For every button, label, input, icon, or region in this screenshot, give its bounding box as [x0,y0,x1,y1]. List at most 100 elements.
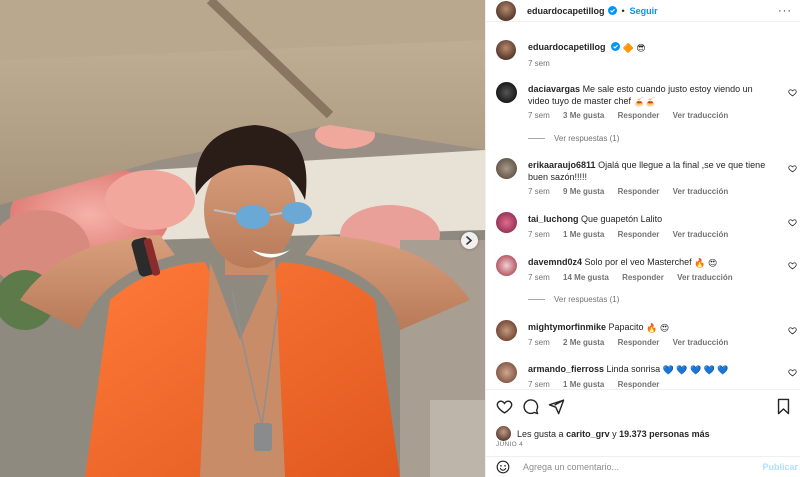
translate-button[interactable]: Ver traducción [673,338,729,347]
translate-button[interactable]: Ver traducción [677,273,733,282]
post-side-panel: eduardocapetillog • Seguir ··· eduardoca… [485,0,800,477]
reply-button[interactable]: Responder [618,187,660,196]
heart-icon[interactable] [788,218,797,227]
comment-time: 7 sem [528,273,550,282]
comment-body: mightymorfinmike Papacito 🔥 😍 [528,321,774,334]
instagram-post: eduardocapetillog • Seguir ··· eduardoca… [0,0,800,477]
comments-list[interactable]: eduardocapetillog 🔶 😎 7 sem daciavargas … [486,32,800,389]
translate-button[interactable]: Ver traducción [673,111,729,120]
replies-label: Ver respuestas (1) [554,295,620,304]
comment-time: 7 sem [528,230,550,239]
separator-dot: • [621,5,625,16]
add-comment-bar: Publicar [486,456,800,477]
heart-icon[interactable] [788,261,797,270]
replies-dash [528,138,545,140]
comment-input[interactable] [523,462,723,472]
comment-meta: 7 sem 1 Me gusta Responder [528,380,670,389]
caption-avatar[interactable] [496,40,516,60]
comment-body: davemnd0z4 Solo por el veo Masterchef 🔥 … [528,256,774,269]
translate-button[interactable]: Ver traducción [673,187,729,196]
likes-joiner: y [612,428,617,439]
emoji-icon[interactable] [496,460,510,474]
heart-icon[interactable] [788,326,797,335]
comment-time: 7 sem [528,187,550,196]
verified-badge-icon [607,6,617,15]
comment-likes[interactable]: 9 Me gusta [563,187,604,196]
comment-username[interactable]: erikaaraujo6811 [528,160,596,170]
reply-button[interactable]: Responder [618,111,660,120]
photo-illustration [0,0,485,477]
post-header: eduardocapetillog • Seguir ··· [486,0,800,22]
comment-body: tai_luchong Que guapetón Lalito [528,213,774,225]
comment-meta: 7 sem 14 Me gusta Responder Ver traducci… [528,273,744,282]
publish-button[interactable]: Publicar [762,462,798,472]
liker-avatar[interactable] [496,426,511,441]
chevron-right-icon [466,236,473,245]
heart-icon[interactable] [788,164,797,173]
comment-item: tai_luchong Que guapetón Lalito 7 sem 1 … [486,210,800,250]
comment-meta: 7 sem 9 Me gusta Responder Ver traducció… [528,187,739,196]
comment-emojis: 🔥 😍 [646,323,670,333]
caption-username[interactable]: eduardocapetillog [528,42,606,52]
commenter-avatar[interactable] [496,212,517,233]
reply-button[interactable]: Responder [618,380,660,389]
comment-meta: 7 sem 3 Me gusta Responder Ver traducció… [528,111,739,120]
comment-item: armando_fierross Linda sonrisa 💙 💙 💙 💙 💙… [486,360,800,389]
post-caption: eduardocapetillog 🔶 😎 7 sem [486,32,800,72]
comment-username[interactable]: davemnd0z4 [528,257,582,267]
post-photo[interactable] [0,0,485,477]
likes-count[interactable]: 19.373 personas más [619,429,710,439]
reply-button[interactable]: Responder [618,338,660,347]
comment-likes[interactable]: 2 Me gusta [563,338,604,347]
comment-meta: 7 sem 1 Me gusta Responder Ver traducció… [528,230,739,239]
next-image-button[interactable] [461,232,478,249]
comment-item: erikaaraujo6811 Ojalá que llegue a la fi… [486,156,800,206]
comment-item: davemnd0z4 Solo por el veo Masterchef 🔥 … [486,253,800,318]
commenter-avatar[interactable] [496,320,517,341]
like-heart-icon[interactable] [496,398,513,415]
caption-emojis: 🔶 😎 [622,43,646,53]
comment-likes[interactable]: 1 Me gusta [563,230,604,239]
comment-text: Que guapetón Lalito [581,214,663,224]
liker-username[interactable]: carito_grv [566,429,610,439]
replies-dash [528,299,545,301]
comment-item: daciavargas Me sale esto cuando justo es… [486,80,800,155]
comment-username[interactable]: mightymorfinmike [528,322,606,332]
comment-likes[interactable]: 1 Me gusta [563,380,604,389]
comment-body: daciavargas Me sale esto cuando justo es… [528,83,774,108]
replies-label: Ver respuestas (1) [554,134,620,143]
post-date: JUNIO 4 [496,441,524,448]
comment-body: armando_fierross Linda sonrisa 💙 💙 💙 💙 💙 [528,363,774,376]
likes-prefix: Les gusta a [517,428,564,439]
comment-username[interactable]: armando_fierross [528,364,604,374]
comment-username[interactable]: daciavargas [528,84,580,94]
reply-button[interactable]: Responder [622,273,664,282]
view-replies-button[interactable]: Ver respuestas (1) [528,134,619,143]
caption-line: eduardocapetillog 🔶 😎 [528,42,646,54]
heart-icon[interactable] [788,88,797,97]
commenter-avatar[interactable] [496,82,517,103]
comment-text: Linda sonrisa [606,364,661,374]
view-replies-button[interactable]: Ver respuestas (1) [528,295,619,304]
comment-likes[interactable]: 14 Me gusta [563,273,609,282]
commenter-avatar[interactable] [496,255,517,276]
commenter-avatar[interactable] [496,362,517,383]
heart-icon[interactable] [788,368,797,377]
comment-time: 7 sem [528,380,550,389]
follow-button[interactable]: Seguir [630,6,658,16]
comment-likes[interactable]: 3 Me gusta [563,111,604,120]
author-avatar[interactable] [496,0,516,21]
action-bar [496,398,792,415]
comment-emojis: 🍝🍝 [633,97,656,107]
more-options-icon[interactable]: ··· [778,5,792,17]
commenter-avatar[interactable] [496,158,517,179]
comment-username[interactable]: tai_luchong [528,214,579,224]
comment-icon[interactable] [522,398,539,415]
share-icon[interactable] [548,398,565,415]
reply-button[interactable]: Responder [618,230,660,239]
author-username[interactable]: eduardocapetillog [527,6,605,16]
bookmark-icon[interactable] [775,398,792,415]
comment-text: Solo por el veo Masterchef [584,257,692,267]
translate-button[interactable]: Ver traducción [673,230,729,239]
likes-summary: Les gusta a carito_grv y 19.373 personas… [496,426,710,441]
